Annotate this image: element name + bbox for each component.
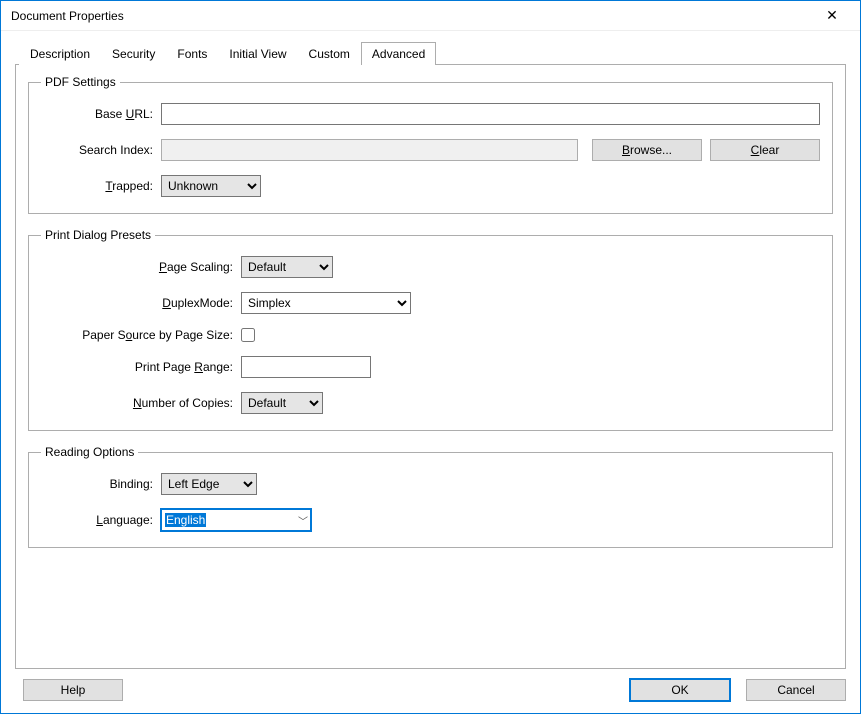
language-select[interactable]: English ﹀: [161, 509, 311, 531]
pdf-settings-group: PDF Settings Base URL: Search Index: Bro…: [28, 75, 833, 214]
base-url-label: Base URL:: [41, 107, 161, 121]
tab-fonts[interactable]: Fonts: [166, 42, 218, 65]
tab-advanced[interactable]: Advanced: [361, 42, 436, 65]
search-index-label: Search Index:: [41, 143, 161, 157]
trapped-select[interactable]: Unknown: [161, 175, 261, 197]
search-index-input: [161, 139, 578, 161]
dialog-footer: Help OK Cancel: [1, 669, 860, 713]
language-value: English: [165, 513, 206, 527]
dialog-body: Description Security Fonts Initial View …: [1, 31, 860, 669]
page-scaling-label: Page Scaling:: [41, 260, 241, 274]
duplex-mode-select[interactable]: Simplex: [241, 292, 411, 314]
print-presets-group: Print Dialog Presets Page Scaling: Defau…: [28, 228, 833, 431]
close-icon[interactable]: ✕: [812, 2, 852, 30]
help-button[interactable]: Help: [23, 679, 123, 701]
print-presets-legend: Print Dialog Presets: [41, 228, 155, 242]
print-page-range-label: Print Page Range:: [41, 360, 241, 374]
window-title: Document Properties: [11, 9, 812, 23]
dialog-window: Document Properties ✕ Description Securi…: [0, 0, 861, 714]
browse-button[interactable]: Browse...: [592, 139, 702, 161]
tab-security[interactable]: Security: [101, 42, 166, 65]
tab-initial-view[interactable]: Initial View: [218, 42, 297, 65]
tab-panel-advanced: PDF Settings Base URL: Search Index: Bro…: [15, 64, 846, 669]
binding-select[interactable]: Left Edge: [161, 473, 257, 495]
tab-description[interactable]: Description: [19, 42, 101, 65]
ok-button[interactable]: OK: [630, 679, 730, 701]
language-label: Language:: [41, 513, 161, 527]
base-url-input[interactable]: [161, 103, 820, 125]
reading-options-group: Reading Options Binding: Left Edge Langu…: [28, 445, 833, 548]
titlebar: Document Properties ✕: [1, 1, 860, 31]
footer-spacer: [131, 679, 614, 701]
number-of-copies-label: Number of Copies:: [41, 396, 241, 410]
clear-button[interactable]: Clear: [710, 139, 820, 161]
number-of-copies-select[interactable]: Default: [241, 392, 323, 414]
reading-options-legend: Reading Options: [41, 445, 138, 459]
pdf-settings-legend: PDF Settings: [41, 75, 120, 89]
binding-label: Binding:: [41, 477, 161, 491]
paper-source-label: Paper Source by Page Size:: [41, 328, 241, 342]
chevron-down-icon: ﹀: [292, 513, 308, 528]
tab-custom[interactable]: Custom: [298, 42, 361, 65]
cancel-button[interactable]: Cancel: [746, 679, 846, 701]
page-scaling-select[interactable]: Default: [241, 256, 333, 278]
tab-strip: Description Security Fonts Initial View …: [19, 41, 846, 64]
paper-source-checkbox[interactable]: [241, 328, 255, 342]
duplex-mode-label: DuplexMode:: [41, 296, 241, 310]
print-page-range-input[interactable]: [241, 356, 371, 378]
trapped-label: Trapped:: [41, 179, 161, 193]
